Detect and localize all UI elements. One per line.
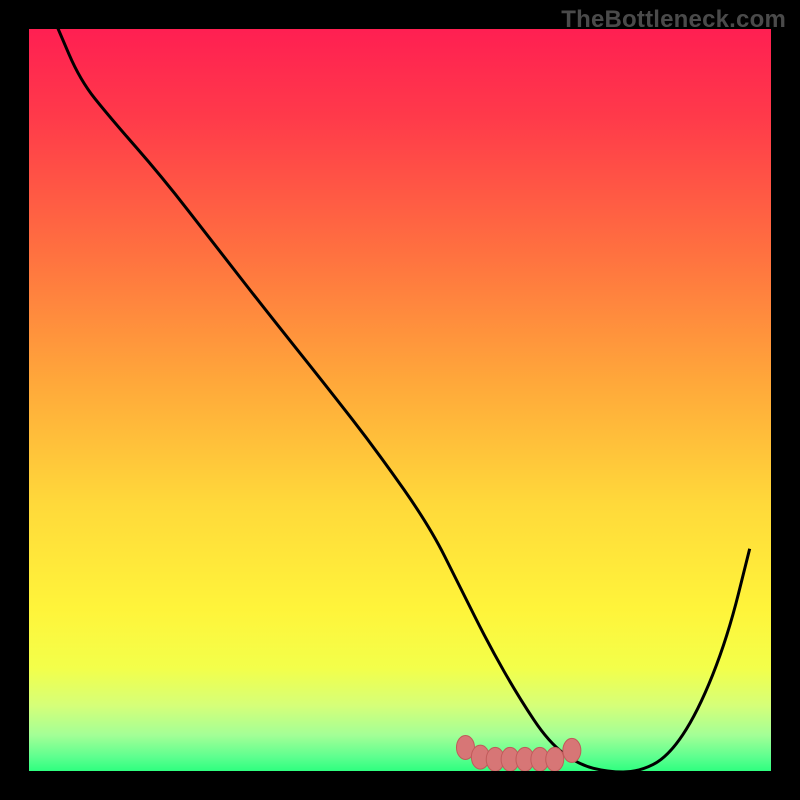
chart-stage: TheBottleneck.com (0, 0, 800, 800)
watermark-label: TheBottleneck.com (561, 6, 786, 34)
bottleneck-chart (0, 0, 800, 800)
chart-gradient-area (28, 28, 772, 772)
curve-marker (546, 747, 564, 771)
curve-marker (563, 738, 581, 762)
